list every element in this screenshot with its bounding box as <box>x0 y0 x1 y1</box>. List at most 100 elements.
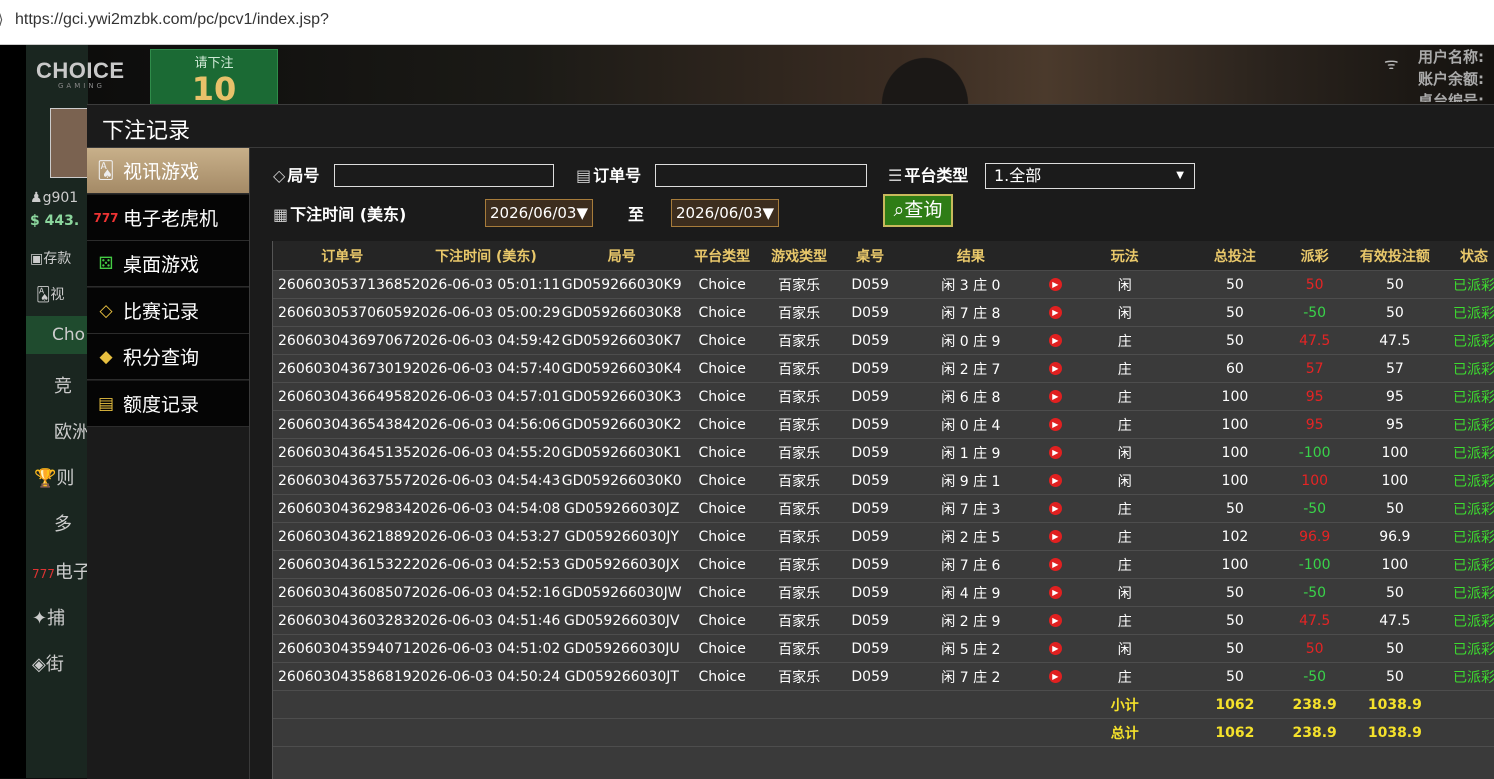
replay-cell[interactable]: ▶ <box>1038 606 1073 635</box>
play-replay-icon[interactable]: ▶ <box>1048 334 1062 347</box>
play-replay-icon[interactable]: ▶ <box>1048 278 1062 291</box>
player-info: 用户名称: 账户余额: 桌台编号: <box>1418 46 1484 102</box>
query-button[interactable]: ⌕查询 <box>883 194 953 227</box>
calendar-icon: ▦ <box>273 205 289 224</box>
table-row: 260603043654384 2026-06-03 04:56:06 GD0592… <box>273 410 1494 439</box>
total-cell: 1062 <box>1177 718 1293 747</box>
replay-cell[interactable]: ▶ <box>1038 550 1073 579</box>
play-replay-icon[interactable]: ▶ <box>1048 614 1062 627</box>
bet-time-cell: 2026-06-03 04:52:53 <box>411 550 561 579</box>
play-replay-icon[interactable]: ▶ <box>1048 502 1062 515</box>
play-replay-icon[interactable]: ▶ <box>1048 362 1062 375</box>
sidebar-item-table-games[interactable]: ⚄ 桌面游戏 <box>87 241 249 287</box>
subtotal-cell: 238.9 <box>1292 690 1337 719</box>
clipboard-icon: ▤ <box>576 166 592 185</box>
balance-fragment: $ 443. <box>30 213 80 229</box>
sidebar-item-credit-records[interactable]: ▤ 额度记录 <box>87 381 249 427</box>
play-replay-icon[interactable]: ▶ <box>1048 446 1062 459</box>
ou-fragment[interactable]: 欧洲 <box>54 418 90 444</box>
play-replay-icon[interactable]: ▶ <box>1048 670 1062 683</box>
total-bet-cell: 102 <box>1177 522 1293 551</box>
replay-cell[interactable]: ▶ <box>1038 354 1073 383</box>
platform-select[interactable]: 1.全部 ▼ <box>985 163 1195 189</box>
replay-cell[interactable]: ▶ <box>1038 270 1073 299</box>
replay-cell[interactable]: ▶ <box>1038 382 1073 411</box>
bet-time-cell: 2026-06-03 04:54:08 <box>411 494 561 523</box>
bet-time-cell: 2026-06-03 04:59:42 <box>411 326 561 355</box>
replay-cell[interactable]: ▶ <box>1038 578 1073 607</box>
jie-fragment[interactable]: ◈街 <box>32 650 64 676</box>
valid-bet-cell: 50 <box>1336 578 1453 607</box>
replay-cell[interactable]: ▶ <box>1038 326 1073 355</box>
replay-cell[interactable]: ▶ <box>1038 410 1073 439</box>
payout-cell: 50 <box>1292 270 1337 299</box>
play-replay-icon[interactable]: ▶ <box>1048 586 1062 599</box>
subtotal-cell <box>560 690 684 719</box>
sidebar-item-label: 额度记录 <box>123 394 200 416</box>
column-header: 下注时间 (美东) <box>411 241 561 271</box>
duo-fragment[interactable]: 多 <box>54 510 72 536</box>
platform-cell: Choice <box>683 550 762 579</box>
payout-cell: 95 <box>1292 410 1337 439</box>
valid-bet-cell: 96.9 <box>1336 522 1453 551</box>
play-replay-icon[interactable]: ▶ <box>1048 474 1062 487</box>
play-replay-icon[interactable]: ▶ <box>1048 390 1062 403</box>
sidebar-item-points[interactable]: ◆ 积分查询 <box>87 334 249 380</box>
round-id-cell: GD059266030K0 <box>560 466 684 495</box>
replay-cell[interactable]: ▶ <box>1038 634 1073 663</box>
page-info-icon[interactable]: ⟩ <box>0 12 3 28</box>
status-cell: 已派彩 <box>1452 634 1494 663</box>
play-replay-icon[interactable]: ▶ <box>1048 558 1062 571</box>
play-replay-icon[interactable]: ▶ <box>1048 642 1062 655</box>
replay-cell[interactable]: ▶ <box>1038 522 1073 551</box>
play-replay-icon[interactable]: ▶ <box>1048 306 1062 319</box>
subtotal-cell <box>1452 690 1494 719</box>
play-replay-icon[interactable]: ▶ <box>1048 530 1062 543</box>
replay-cell[interactable]: ▶ <box>1038 438 1073 467</box>
payout-cell: -50 <box>1292 662 1337 691</box>
round-input[interactable] <box>334 164 554 187</box>
game-type-cell: 百家乐 <box>761 550 838 579</box>
user-fragment: ♟g901 <box>30 190 79 206</box>
replay-cell[interactable]: ▶ <box>1038 298 1073 327</box>
browser-address-bar[interactable]: ⟩ https://gci.ywi2mzbk.com/pc/pcv1/index… <box>0 0 1494 45</box>
play-replay-icon[interactable]: ▶ <box>1048 418 1062 431</box>
table-no-cell: D059 <box>837 382 904 411</box>
bet-option-cell: 庄 <box>1072 326 1178 355</box>
status-cell: 已派彩 <box>1452 662 1494 691</box>
date-to-picker[interactable]: 2026/06/03▼ <box>671 199 779 227</box>
replay-cell[interactable]: ▶ <box>1038 494 1073 523</box>
bu-fragment[interactable]: ✦捕 <box>32 604 65 630</box>
sidebar-item-live-games[interactable]: 🂡 视讯游戏 <box>87 148 249 194</box>
sidebar-item-slots[interactable]: 777 电子老虎机 <box>87 195 249 241</box>
order-id-cell: 260603043586819 <box>273 662 412 691</box>
order-input[interactable] <box>655 164 867 187</box>
replay-cell[interactable]: ▶ <box>1038 662 1073 691</box>
round-id-cell: GD059266030JW <box>560 578 684 607</box>
payout-cell: -50 <box>1292 494 1337 523</box>
total-cell <box>903 718 1039 747</box>
valid-bet-cell: 50 <box>1336 494 1453 523</box>
dian-fragment[interactable]: 777电子 <box>32 558 91 584</box>
total-bet-cell: 50 <box>1177 270 1293 299</box>
bet-option-cell: 庄 <box>1072 354 1178 383</box>
replay-cell[interactable]: ▶ <box>1038 466 1073 495</box>
table-row: 260603043586819 2026-06-03 04:50:24 GD0592… <box>273 662 1494 691</box>
column-header <box>1038 241 1073 271</box>
round-id-cell: GD059266030JY <box>560 522 684 551</box>
subtotal-cell <box>761 690 838 719</box>
status-cell: 已派彩 <box>1452 382 1494 411</box>
deposit-fragment[interactable]: ▣存款 <box>30 248 71 268</box>
table-no-cell: D059 <box>837 606 904 635</box>
table-row: 260603043621889 2026-06-03 04:53:27 GD0592… <box>273 522 1494 551</box>
jing-fragment[interactable]: 竞 <box>54 372 72 398</box>
table-no-cell: D059 <box>837 522 904 551</box>
date-from-picker[interactable]: 2026/06/03▼ <box>485 199 593 227</box>
sidebar-item-match-records[interactable]: ◇ 比赛记录 <box>87 288 249 334</box>
table-no-cell: D059 <box>837 270 904 299</box>
platform-cell: Choice <box>683 354 762 383</box>
video-fragment[interactable]: 🂡视 <box>36 284 64 304</box>
trophy-fragment[interactable]: 🏆则 <box>34 464 74 490</box>
total-cell <box>837 718 904 747</box>
order-id-cell: 260603043629834 <box>273 494 412 523</box>
